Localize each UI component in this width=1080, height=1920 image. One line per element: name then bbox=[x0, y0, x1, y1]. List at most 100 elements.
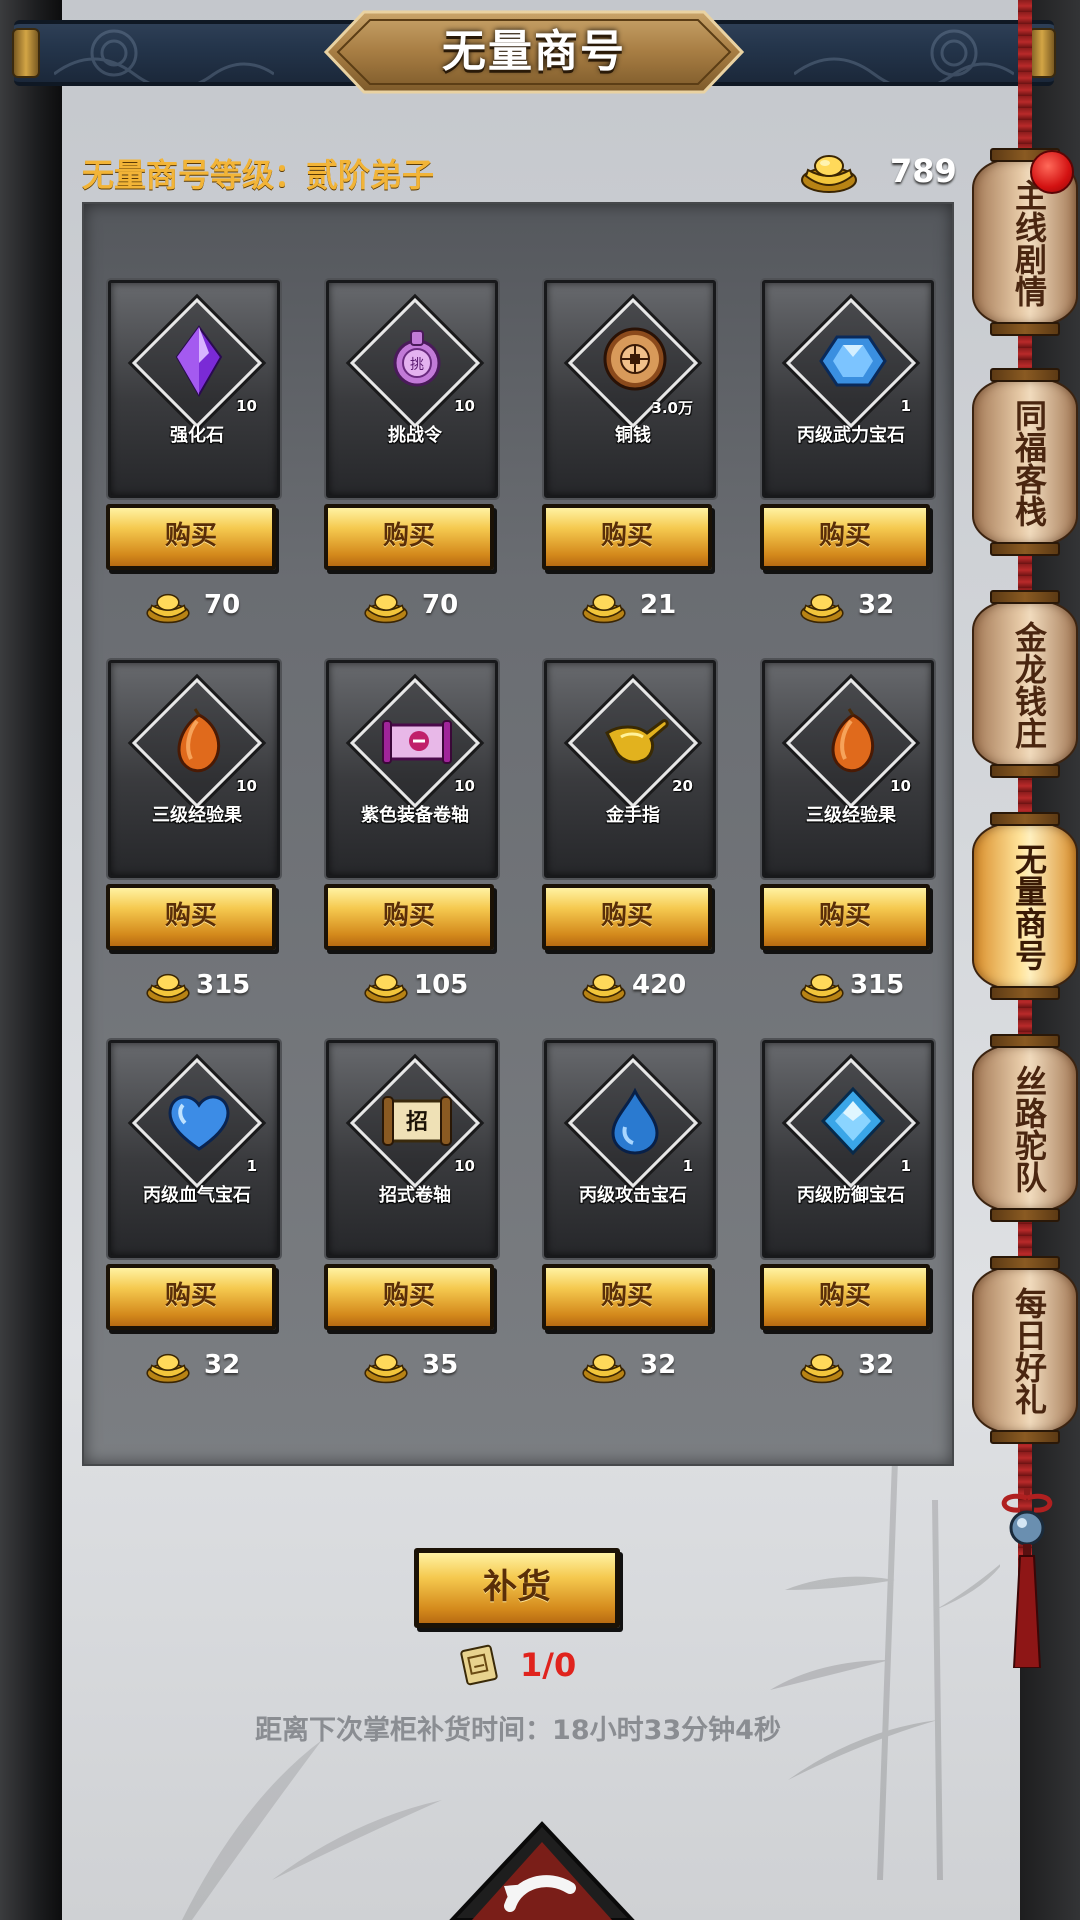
tab-label: 丝路驼队 bbox=[1010, 1065, 1048, 1193]
tab-daily-gift[interactable]: 每日好礼 bbox=[970, 1256, 1080, 1444]
tab-label: 金龙钱庄 bbox=[1010, 621, 1048, 749]
tab-tongfu-inn[interactable]: 同福客栈 bbox=[970, 368, 1080, 556]
price-value: 32 bbox=[204, 1350, 241, 1380]
price-value: 32 bbox=[858, 1350, 895, 1380]
golden-finger-icon bbox=[605, 719, 669, 764]
buy-button[interactable]: 购买 bbox=[106, 884, 276, 950]
item-name: 三级经验果 bbox=[152, 805, 242, 826]
tab-silk-road-caravan[interactable]: 丝路驼队 bbox=[970, 1034, 1080, 1222]
notification-badge bbox=[1030, 150, 1074, 194]
gold-ingot-icon bbox=[582, 1353, 626, 1384]
shop-item: 挑 10 挑战令 购买 70 bbox=[324, 280, 500, 640]
shop-item: 20 金手指 购买 420 bbox=[542, 660, 718, 1020]
buy-button[interactable]: 购买 bbox=[542, 1264, 712, 1330]
item-card[interactable]: 挑 10 挑战令 bbox=[326, 280, 498, 498]
gold-ingot-icon bbox=[800, 973, 844, 1004]
blue-hexagon-gem-icon bbox=[819, 335, 887, 387]
tab-golden-dragon-bank[interactable]: 金龙钱庄 bbox=[970, 590, 1080, 778]
item-name: 紫色装备卷轴 bbox=[361, 805, 469, 826]
gold-ingot-icon bbox=[146, 593, 190, 624]
gold-ingot-icon bbox=[800, 593, 844, 624]
buy-button[interactable]: 购买 bbox=[760, 504, 930, 570]
buy-button[interactable]: 购买 bbox=[324, 884, 494, 950]
item-count: 10 bbox=[454, 777, 475, 795]
tab-label: 每日好礼 bbox=[1010, 1287, 1048, 1415]
item-card[interactable]: 1 丙级血气宝石 bbox=[108, 1040, 280, 1258]
price-value: 420 bbox=[632, 970, 687, 1000]
lantern-cap bbox=[990, 1256, 1060, 1270]
svg-text:挑: 挑 bbox=[410, 357, 424, 373]
price-value: 32 bbox=[640, 1350, 677, 1380]
item-card[interactable]: 10 强化石 bbox=[108, 280, 280, 498]
restock-button[interactable]: 补货 bbox=[414, 1548, 620, 1628]
item-count: 1 bbox=[900, 397, 911, 415]
item-name: 金手指 bbox=[606, 805, 660, 826]
tab-wuliang-shop[interactable]: 无量商号 bbox=[970, 812, 1080, 1000]
buy-button[interactable]: 购买 bbox=[760, 884, 930, 950]
purple-scroll-icon bbox=[382, 720, 452, 764]
shop-item: 10 三级经验果 购买 315 bbox=[760, 660, 936, 1020]
item-card[interactable]: 1 丙级攻击宝石 bbox=[544, 1040, 716, 1258]
item-card[interactable]: 10 紫色装备卷轴 bbox=[326, 660, 498, 878]
item-name: 挑战令 bbox=[388, 425, 442, 446]
price-value: 315 bbox=[196, 970, 251, 1000]
scroll-knob bbox=[12, 28, 40, 78]
lantern-cap bbox=[990, 764, 1060, 778]
exp-fruit-icon bbox=[831, 708, 875, 773]
gold-ingot-icon bbox=[146, 973, 190, 1004]
scroll-knob bbox=[1028, 28, 1056, 78]
buy-button[interactable]: 购买 bbox=[324, 1264, 494, 1330]
item-name: 丙级防御宝石 bbox=[797, 1185, 905, 1206]
tassel-ornament-icon bbox=[1001, 1488, 1053, 1668]
lantern-cap bbox=[990, 590, 1060, 604]
item-count: 10 bbox=[454, 397, 475, 415]
left-frame bbox=[0, 0, 62, 1920]
shop-level-text: 无量商号等级：贰阶弟子 bbox=[82, 156, 435, 194]
item-name: 强化石 bbox=[170, 425, 224, 446]
lantern-cap bbox=[990, 322, 1060, 336]
restock-ticket-icon bbox=[460, 1644, 498, 1686]
item-count: 10 bbox=[236, 777, 257, 795]
price-value: 32 bbox=[858, 590, 895, 620]
gold-ingot-icon bbox=[364, 593, 408, 624]
price-value: 70 bbox=[422, 590, 459, 620]
item-card[interactable]: 20 金手指 bbox=[544, 660, 716, 878]
tab-label: 同福客栈 bbox=[1010, 399, 1048, 527]
buy-button[interactable]: 购买 bbox=[106, 504, 276, 570]
cloud-pattern-icon bbox=[794, 29, 1014, 82]
buy-button[interactable]: 购买 bbox=[324, 504, 494, 570]
item-count: 1 bbox=[900, 1157, 911, 1175]
shop-item: 10 三级经验果 购买 315 bbox=[106, 660, 282, 1020]
title-plaque: 无量商号 bbox=[324, 8, 744, 96]
item-card[interactable]: 3.0万 铜钱 bbox=[544, 280, 716, 498]
gold-ingot-icon bbox=[801, 155, 857, 193]
buy-button[interactable]: 购买 bbox=[542, 884, 712, 950]
item-count: 1 bbox=[682, 1157, 693, 1175]
back-button[interactable] bbox=[448, 1820, 636, 1920]
shop-item: 10 紫色装备卷轴 购买 105 bbox=[324, 660, 500, 1020]
buy-button[interactable]: 购买 bbox=[106, 1264, 276, 1330]
item-name: 丙级血气宝石 bbox=[143, 1185, 251, 1206]
item-price: 70 bbox=[106, 586, 282, 626]
item-card[interactable]: 1 丙级防御宝石 bbox=[762, 1040, 934, 1258]
bamboo-decoration bbox=[770, 1460, 1000, 1880]
buy-button[interactable]: 购买 bbox=[760, 1264, 930, 1330]
item-count: 20 bbox=[672, 777, 693, 795]
shop-item: 1 丙级武力宝石 购买 32 bbox=[760, 280, 936, 640]
item-price: 32 bbox=[542, 1346, 718, 1386]
buy-button[interactable]: 购买 bbox=[542, 504, 712, 570]
exp-fruit-icon bbox=[177, 708, 221, 773]
shop-item: 招 10 招式卷轴 购买 35 bbox=[324, 1040, 500, 1400]
item-card[interactable]: 1 丙级武力宝石 bbox=[762, 280, 934, 498]
blue-heart-gem-icon bbox=[168, 1095, 230, 1151]
item-card[interactable]: 招 10 招式卷轴 bbox=[326, 1040, 498, 1258]
item-card[interactable]: 10 三级经验果 bbox=[762, 660, 934, 878]
shop-item: 1 丙级血气宝石 购买 32 bbox=[106, 1040, 282, 1400]
gold-ingot-icon bbox=[582, 973, 626, 1004]
price-value: 35 bbox=[422, 1350, 459, 1380]
item-card[interactable]: 10 三级经验果 bbox=[108, 660, 280, 878]
blue-drop-gem-icon bbox=[611, 1087, 659, 1155]
shop-item: 10 强化石 购买 70 bbox=[106, 280, 282, 640]
bamboo-decoration-2 bbox=[182, 1740, 442, 1920]
item-name: 丙级武力宝石 bbox=[797, 425, 905, 446]
